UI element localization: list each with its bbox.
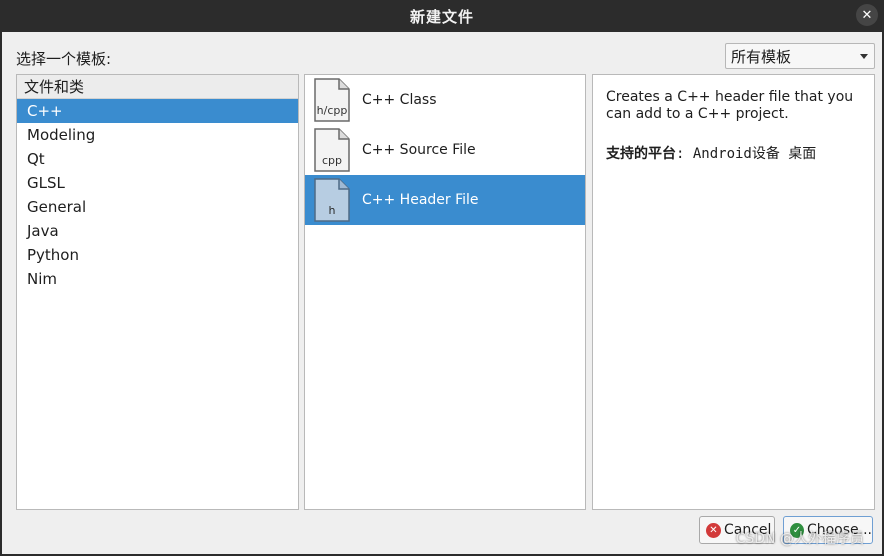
template-icon-label: h/cpp [316, 104, 348, 117]
category-item-python[interactable]: Python [17, 243, 298, 267]
window-title: 新建文件 [409, 7, 474, 26]
template-description-panel: Creates a C++ header file that you can a… [592, 74, 875, 510]
category-item-cpp[interactable]: C++ [17, 99, 298, 123]
category-tree: 文件和类 C++ Modeling Qt GLSL General Java P… [16, 74, 299, 510]
choose-template-label: 选择一个模板: [16, 50, 112, 68]
watermark: CSDN @人外程序员 [735, 531, 864, 547]
document-icon: h [314, 178, 350, 222]
document-icon: cpp [314, 128, 350, 172]
template-item-cpp-source[interactable]: cpp C++ Source File [305, 125, 585, 175]
close-button[interactable]: ✕ [856, 4, 878, 26]
template-icon-label: h [328, 204, 336, 217]
category-item-nim[interactable]: Nim [17, 267, 298, 291]
template-list: h/cpp C++ Class cpp C++ Source File h C+… [304, 74, 586, 510]
category-item-modeling[interactable]: Modeling [17, 123, 298, 147]
category-group-header[interactable]: 文件和类 [17, 75, 298, 99]
template-name: C++ Source File [362, 142, 476, 158]
cancel-icon: ✕ [706, 522, 721, 538]
template-item-cpp-class[interactable]: h/cpp C++ Class [305, 75, 585, 125]
supported-platforms: 支持的平台: Android设备 桌面 [606, 143, 816, 163]
template-filter-select[interactable]: 所有模板 [725, 43, 875, 69]
template-name: C++ Class [362, 92, 437, 108]
template-item-cpp-header[interactable]: h C++ Header File [305, 175, 585, 225]
document-icon: h/cpp [314, 78, 350, 122]
category-item-qt[interactable]: Qt [17, 147, 298, 171]
close-icon: ✕ [861, 7, 873, 23]
title-bar: 新建文件 ✕ [0, 0, 884, 32]
category-item-general[interactable]: General [17, 195, 298, 219]
template-name: C++ Header File [362, 192, 479, 208]
category-item-glsl[interactable]: GLSL [17, 171, 298, 195]
category-item-java[interactable]: Java [17, 219, 298, 243]
supported-platforms-label: 支持的平台 [606, 146, 676, 162]
template-filter-value: 所有模板 [731, 47, 792, 66]
template-icon-label: cpp [321, 154, 342, 167]
supported-platforms-value: : Android设备 桌面 [676, 146, 817, 162]
new-file-dialog: 选择一个模板: 所有模板 文件和类 C++ Modeling Qt GLSL G… [2, 32, 882, 554]
template-description: Creates a C++ header file that you can a… [606, 89, 854, 122]
chevron-down-icon [860, 54, 868, 59]
